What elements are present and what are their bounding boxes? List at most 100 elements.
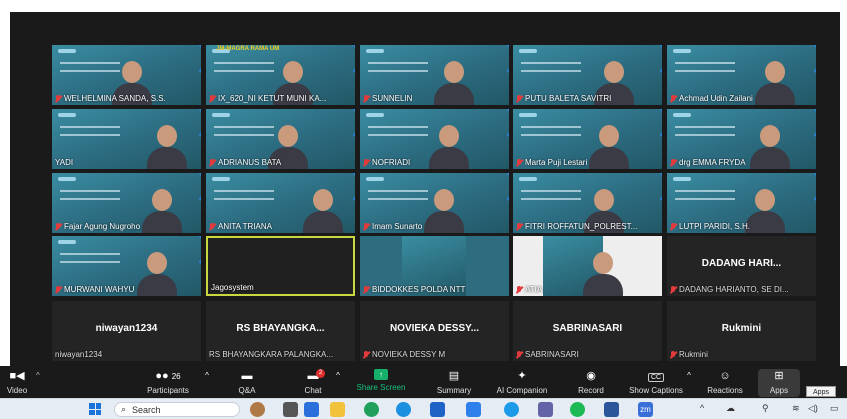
participant-name-text: Imam Sunarto	[372, 222, 423, 231]
search-placeholder: Search	[132, 404, 161, 415]
chrome-icon[interactable]	[466, 402, 481, 417]
participant-tile[interactable]: Imam Sunarto	[360, 173, 509, 233]
location-icon[interactable]: ⚲	[762, 403, 769, 414]
participant-tile[interactable]: NOVIEKA DESSY... NOVIEKA DESSY M	[360, 301, 509, 361]
share-screen-label: Share Screen	[356, 383, 406, 392]
mic-muted-icon	[363, 350, 369, 359]
summary-button[interactable]: ▤ Summary	[432, 369, 476, 397]
participant-name: Marta Puji Lestari	[516, 158, 659, 167]
participant-display-name: niwayan1234	[95, 323, 158, 334]
mic-muted-icon	[670, 285, 676, 294]
record-button[interactable]: ◉ Record	[573, 369, 609, 397]
participant-tile[interactable]: LUTPI PARIDI, S.H.	[667, 173, 816, 233]
edge-icon[interactable]	[364, 402, 379, 417]
volume-icon[interactable]: ◁)	[808, 403, 818, 414]
mic-muted-icon	[363, 285, 369, 294]
zoom-icon[interactable]	[604, 402, 619, 417]
onedrive-icon[interactable]: ☁	[726, 403, 735, 414]
apps-button[interactable]: ⊞ Apps	[758, 369, 800, 397]
ai-companion-button[interactable]: ✦ AI Companion	[490, 369, 554, 397]
reactions-button[interactable]: ☺ Reactions	[702, 369, 748, 397]
captions-chevron-icon[interactable]: ^	[684, 369, 694, 397]
meet-icon[interactable]	[430, 402, 445, 417]
record-label: Record	[578, 386, 604, 395]
participant-tile[interactable]: SABRINASARI SABRINASARI	[513, 301, 662, 361]
mic-muted-icon	[516, 222, 522, 231]
windows-start-icon[interactable]	[89, 403, 101, 415]
word-icon[interactable]	[570, 402, 585, 417]
participant-name: ANITA TRIANA	[209, 222, 352, 231]
participant-tile[interactable]: PUTU BALETA SAVITRI	[513, 45, 662, 105]
participant-tile[interactable]: WELHELMINA SANDA, S.S.	[52, 45, 201, 105]
participant-tile[interactable]: ADRIANUS BATA	[206, 109, 355, 169]
participant-tile[interactable]: Marta Puji Lestari	[513, 109, 662, 169]
mic-muted-icon	[209, 158, 215, 167]
wifi-icon[interactable]: ≋	[792, 403, 800, 414]
captions-icon: CC	[626, 369, 686, 383]
qa-button[interactable]: ▬ Q&A	[232, 369, 262, 397]
participant-name: MURWANI WAHYU	[55, 285, 198, 294]
task-view-icon[interactable]	[283, 402, 298, 417]
file-explorer-icon[interactable]	[330, 402, 345, 417]
ai-companion-label: AI Companion	[496, 386, 548, 395]
chevron-up-icon[interactable]: ^	[36, 371, 40, 380]
participant-name-text: Jagosystem	[211, 283, 254, 292]
participant-tile[interactable]: SUNNELIN	[360, 45, 509, 105]
teams-chat-icon[interactable]	[504, 402, 519, 417]
summary-label: Summary	[436, 386, 472, 395]
participant-tile[interactable]: RS BHAYANGKA... RS BHAYANGKARA PALANGKA..…	[206, 301, 355, 361]
participant-tile[interactable]: ATIA	[513, 236, 662, 296]
participant-tile[interactable]: FITRI ROFFATUN_POLREST...	[513, 173, 662, 233]
participant-name-text: SABRINASARI	[525, 350, 579, 359]
video-banner: JM-MAGRA RAMA UM	[216, 46, 280, 52]
participants-button[interactable]: ●● 26 Participants	[138, 369, 198, 397]
participant-tile[interactable]: Rukmini Rukmini	[667, 301, 816, 361]
teams-icon[interactable]	[304, 402, 319, 417]
share-screen-button[interactable]: ↑ Share Screen	[356, 369, 406, 397]
taskbar-search[interactable]: ⌕ Search	[114, 402, 240, 417]
battery-icon[interactable]: ▭	[830, 403, 839, 414]
participant-name-text: ADRIANUS BATA	[218, 158, 282, 167]
participant-tile[interactable]: MURWANI WAHYU	[52, 236, 201, 296]
tray-chevron-icon[interactable]: ^	[700, 403, 704, 413]
participant-name-text: niwayan1234	[55, 350, 103, 359]
participant-tile[interactable]: niwayan1234 niwayan1234	[52, 301, 201, 361]
participant-name: niwayan1234	[55, 350, 198, 359]
store-icon[interactable]	[396, 402, 411, 417]
participant-name-text: YADI	[55, 158, 74, 167]
widgets-icon[interactable]	[250, 402, 265, 417]
record-icon: ◉	[586, 370, 596, 382]
participant-tile[interactable]: DADANG HARI... DADANG HARIANTO, SE DI...	[667, 236, 816, 296]
participant-display-name: DADANG HARI...	[701, 258, 782, 269]
participant-name-text: BIDDOKKES POLDA NTT	[372, 285, 466, 294]
qa-label: Q&A	[238, 386, 256, 395]
participant-tile[interactable]: BIDDOKKES POLDA NTT	[360, 236, 509, 296]
captions-button[interactable]: CC Show Captions	[626, 369, 686, 397]
participant-tile[interactable]: YADI	[52, 109, 201, 169]
participant-tile[interactable]: ANITA TRIANA	[206, 173, 355, 233]
participant-tile[interactable]: NOFRIADI	[360, 109, 509, 169]
participants-chevron-icon[interactable]: ^	[202, 369, 212, 397]
participant-name-text: IX_620_NI KETUT MUNI KA...	[218, 94, 327, 103]
participant-tile[interactable]: Jagosystem	[206, 236, 355, 296]
apps-tooltip: Apps	[806, 386, 836, 397]
video-button[interactable]: ■◀ Video ^	[2, 369, 40, 397]
participant-tile[interactable]: Fajar Agung Nugroho	[52, 173, 201, 233]
participant-name-text: Fajar Agung Nugroho	[64, 222, 141, 231]
zoom-app-icon[interactable]: zm	[638, 402, 653, 417]
chat-button[interactable]: ▬ 2 Chat	[298, 369, 328, 397]
participant-tile[interactable]: JM-MAGRA RAMA UM IX_620_NI KETUT MUNI KA.…	[206, 45, 355, 105]
participant-name-text: drg EMMA FRYDA	[679, 158, 746, 167]
participant-name: drg EMMA FRYDA	[670, 158, 813, 167]
reactions-icon: ☺	[719, 370, 731, 382]
participant-display-name: NOVIEKA DESSY...	[389, 323, 480, 334]
spotify-icon[interactable]	[538, 402, 553, 417]
participant-tile[interactable]: drg EMMA FRYDA	[667, 109, 816, 169]
participant-name: ATIA	[516, 285, 659, 294]
participant-name-text: Marta Puji Lestari	[525, 158, 588, 167]
participant-name: FITRI ROFFATUN_POLREST...	[516, 222, 659, 231]
chat-chevron-icon[interactable]: ^	[333, 369, 343, 397]
participant-name-text: MURWANI WAHYU	[64, 285, 135, 294]
chat-badge: 2	[316, 369, 325, 378]
participant-tile[interactable]: Achmad Udin Zailani	[667, 45, 816, 105]
